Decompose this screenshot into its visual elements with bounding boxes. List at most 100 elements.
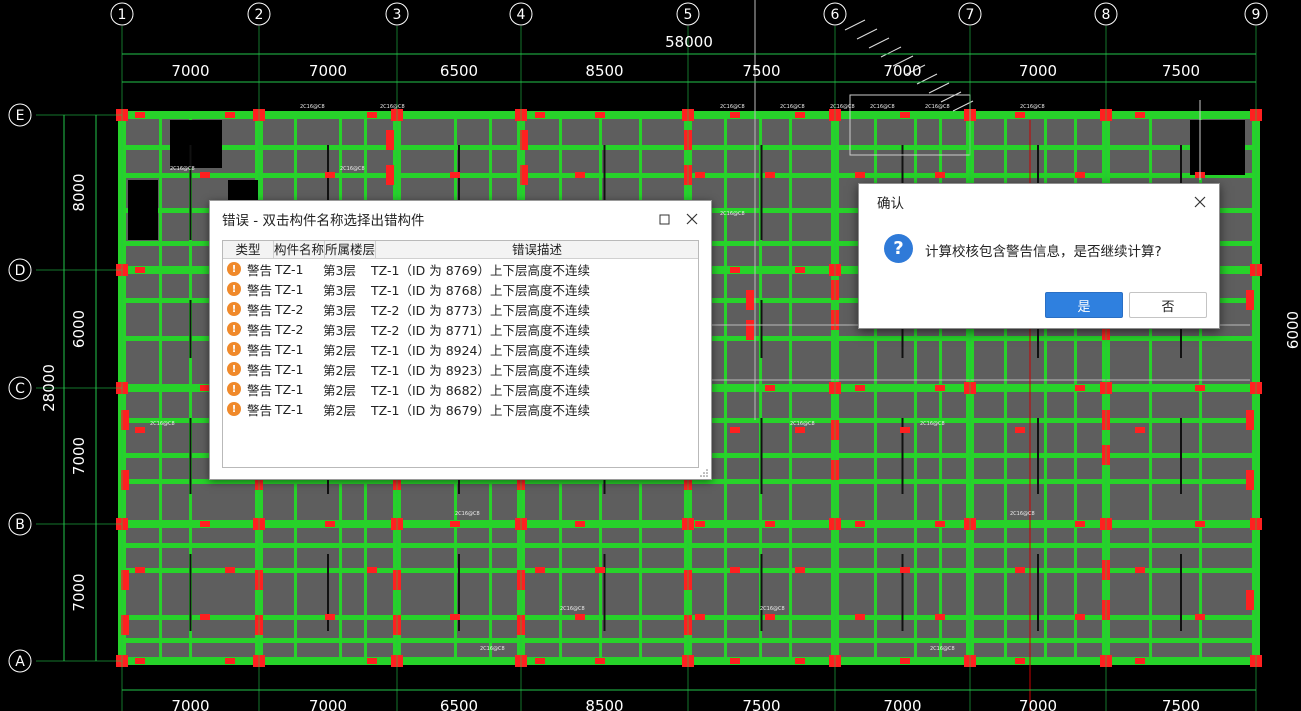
close-icon (686, 213, 698, 225)
row-name[interactable]: TZ-1 (275, 282, 323, 297)
support-marker (535, 658, 545, 664)
support-marker (367, 112, 377, 118)
support-marker (135, 112, 145, 118)
row-type: 警告 (247, 262, 273, 278)
dim-text-bottom: 8500 (585, 697, 623, 711)
close-button[interactable] (679, 207, 705, 231)
row-floor: 第2层 (323, 382, 356, 398)
row-name[interactable]: TZ-1 (275, 362, 323, 377)
row-type: 警告 (247, 402, 273, 418)
row-desc: TZ-1（ID 为 8682）上下层高度不连续 (371, 382, 591, 398)
row-floor: 第2层 (323, 402, 356, 418)
support-marker (135, 267, 145, 273)
row-name[interactable]: TZ-1 (275, 402, 323, 417)
rebar-label: 2C16@C8 (170, 166, 195, 172)
confirm-titlebar[interactable]: 确认 (859, 184, 1219, 220)
dim-text-right: 6000 (1284, 311, 1301, 349)
error-window-title: 错误 - 双击构件名称选择出错构件 (222, 213, 425, 229)
dim-text-top: 7000 (1019, 62, 1057, 80)
support-marker (730, 112, 740, 118)
stair-tread (868, 37, 890, 49)
row-name[interactable]: TZ-2 (275, 302, 323, 317)
support-marker (730, 658, 740, 664)
yes-button[interactable]: 是 (1045, 292, 1123, 318)
row-desc: TZ-2（ID 为 8773）上下层高度不连续 (371, 302, 591, 318)
rebar-label: 2C16@C8 (870, 104, 895, 110)
row-name[interactable]: TZ-1 (275, 342, 323, 357)
resize-grip-icon[interactable] (700, 469, 708, 477)
axis-label: 5 (684, 7, 693, 23)
support-marker (900, 427, 910, 433)
support-marker (450, 172, 460, 178)
header-floor[interactable]: 所属楼层 (325, 241, 376, 258)
table-row[interactable]: ! 警告 TZ-1 第2层 TZ-1（ID 为 8682）上下层高度不连续 (223, 379, 698, 399)
support-marker (855, 385, 865, 391)
table-row[interactable]: ! 警告 TZ-1 第3层 TZ-1（ID 为 8769）上下层高度不连续 (223, 259, 698, 279)
dim-text-top: 7500 (742, 62, 780, 80)
row-floor: 第3层 (323, 282, 356, 298)
header-name[interactable]: 构件名称 (274, 241, 325, 258)
slab-opening (1190, 120, 1245, 175)
table-row[interactable]: ! 警告 TZ-1 第2层 TZ-1（ID 为 8679）上下层高度不连续 (223, 399, 698, 419)
stair-tread (844, 19, 866, 31)
rebar-label: 2C16@C8 (720, 104, 745, 110)
warning-icon: ! (227, 302, 241, 316)
dim-text-top: 7000 (883, 62, 921, 80)
error-table[interactable]: 类型 构件名称 所属楼层 错误描述 ! 警告 TZ-1 第3层 TZ-1（ID 为 87… (222, 240, 699, 468)
row-floor: 第2层 (323, 342, 356, 358)
confirm-close-button[interactable] (1187, 190, 1213, 214)
support-marker (1015, 427, 1025, 433)
header-desc[interactable]: 错误描述 (376, 241, 698, 258)
header-type[interactable]: 类型 (223, 241, 274, 258)
support-marker (1075, 521, 1085, 527)
rebar-label: 2C16@C8 (150, 421, 175, 427)
axis-label: C (15, 381, 25, 397)
row-type: 警告 (247, 282, 273, 298)
support-marker (595, 658, 605, 664)
dim-text-top: 7000 (171, 62, 209, 80)
confirm-dialog[interactable]: 确认 ? 计算校核包含警告信息，是否继续计算? 是 否 (858, 183, 1220, 329)
rebar-label: 2C16@C8 (790, 421, 815, 427)
support-marker (225, 658, 235, 664)
stair-tread (940, 91, 962, 103)
table-row[interactable]: ! 警告 TZ-2 第3层 TZ-2（ID 为 8771）上下层高度不连续 (223, 319, 698, 339)
error-rows: ! 警告 TZ-1 第3层 TZ-1（ID 为 8769）上下层高度不连续! 警告 TZ-1… (223, 259, 698, 419)
no-button[interactable]: 否 (1129, 292, 1207, 318)
support-marker (1195, 614, 1205, 620)
table-row[interactable]: ! 警告 TZ-1 第2层 TZ-1（ID 为 8923）上下层高度不连续 (223, 359, 698, 379)
row-name[interactable]: TZ-1 (275, 382, 323, 397)
error-window-titlebar[interactable]: 错误 - 双击构件名称选择出错构件 (210, 201, 711, 237)
axis-label: 7 (966, 7, 975, 23)
column-segment (1246, 590, 1254, 610)
dim-text-bottom: 7000 (171, 697, 209, 711)
dim-text-bottom: 7000 (883, 697, 921, 711)
maximize-button[interactable] (651, 207, 677, 231)
table-row[interactable]: ! 警告 TZ-2 第3层 TZ-2（ID 为 8773）上下层高度不连续 (223, 299, 698, 319)
row-name[interactable]: TZ-1 (275, 262, 323, 277)
axis-label: 2 (255, 7, 264, 23)
support-marker (1135, 658, 1145, 664)
support-marker (575, 521, 585, 527)
row-desc: TZ-1（ID 为 8924）上下层高度不连续 (371, 342, 591, 358)
rebar-label: 2C16@C8 (480, 646, 505, 652)
rebar-label: 2C16@C8 (380, 104, 405, 110)
support-marker (855, 521, 865, 527)
axis-label: 8 (1102, 7, 1111, 23)
warning-icon: ! (227, 362, 241, 376)
support-marker (795, 427, 805, 433)
table-row[interactable]: ! 警告 TZ-1 第2层 TZ-1（ID 为 8924）上下层高度不连续 (223, 339, 698, 359)
support-marker (765, 614, 775, 620)
support-marker (225, 567, 235, 573)
error-window[interactable]: 错误 - 双击构件名称选择出错构件 类型 构件名称 所属楼层 错误描述 ! 警告 T… (209, 200, 712, 480)
support-marker (1075, 614, 1085, 620)
row-name[interactable]: TZ-2 (275, 322, 323, 337)
confirm-title: 确认 (877, 196, 904, 212)
axis-label: 4 (517, 7, 526, 23)
support-marker (575, 614, 585, 620)
row-desc: TZ-1（ID 为 8768）上下层高度不连续 (371, 282, 591, 298)
support-marker (900, 658, 910, 664)
support-marker (1135, 112, 1145, 118)
table-row[interactable]: ! 警告 TZ-1 第3层 TZ-1（ID 为 8768）上下层高度不连续 (223, 279, 698, 299)
support-marker (765, 385, 775, 391)
dim-text-left: 7000 (70, 573, 88, 611)
